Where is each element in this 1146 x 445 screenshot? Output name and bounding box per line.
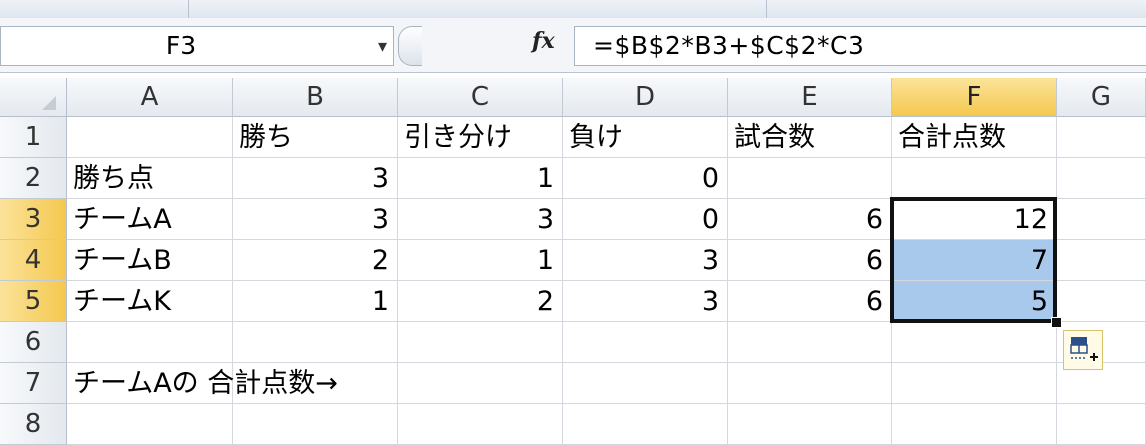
row-header-3[interactable]: 3 (0, 199, 67, 240)
formula-text: =$B$2*B3+$C$2*C3 (593, 31, 865, 60)
cell-e5[interactable]: 6 (728, 281, 892, 322)
cell-c3[interactable]: 3 (398, 199, 563, 240)
row-header-6[interactable]: 6 (0, 322, 67, 363)
cell-g4[interactable] (1057, 240, 1146, 281)
select-all-icon (42, 96, 56, 110)
row-header-8[interactable]: 8 (0, 404, 67, 445)
cell-f4[interactable]: 7 (892, 240, 1057, 281)
ribbon-strip (0, 0, 1146, 19)
row-header-4[interactable]: 4 (0, 240, 67, 281)
cell-d3[interactable]: 0 (563, 199, 728, 240)
cell-f8[interactable] (892, 404, 1057, 445)
cell-a8[interactable] (67, 404, 233, 445)
cell-f1[interactable]: 合計点数 (892, 117, 1057, 158)
formula-bar-resize-handle[interactable] (398, 26, 422, 66)
cell-g3[interactable] (1057, 199, 1146, 240)
cell-e2[interactable] (728, 158, 892, 199)
auto-fill-options-icon (1070, 337, 1098, 361)
column-header-b[interactable]: B (233, 78, 398, 117)
cell-b6[interactable] (233, 322, 398, 363)
row-header-2[interactable]: 2 (0, 158, 67, 199)
cell-e6[interactable] (728, 322, 892, 363)
auto-fill-options-button[interactable] (1063, 330, 1103, 370)
cell-c8[interactable] (398, 404, 563, 445)
cell-c4[interactable]: 1 (398, 240, 563, 281)
column-header-f[interactable]: F (892, 78, 1057, 117)
cell-b4[interactable]: 2 (233, 240, 398, 281)
column-header-e[interactable]: E (728, 78, 892, 117)
cell-a5[interactable]: チームK (67, 281, 233, 322)
chevron-down-icon[interactable]: ▾ (378, 36, 387, 57)
cell-c2[interactable]: 1 (398, 158, 563, 199)
cell-b8[interactable] (233, 404, 398, 445)
fill-handle[interactable] (1051, 317, 1062, 328)
cell-d5[interactable]: 3 (563, 281, 728, 322)
cell-d6[interactable] (563, 322, 728, 363)
column-header-a[interactable]: A (67, 78, 233, 117)
cell-a6[interactable] (67, 322, 233, 363)
name-box-value: F3 (165, 31, 197, 60)
row-header-7[interactable]: 7 (0, 363, 67, 404)
cell-d1[interactable]: 負け (563, 117, 728, 158)
cell-f6[interactable] (892, 322, 1057, 363)
row-header-1[interactable]: 1 (0, 117, 67, 158)
cell-e3[interactable]: 6 (728, 199, 892, 240)
cell-c1[interactable]: 引き分け (398, 117, 563, 158)
cell-a7[interactable]: チームAの 合計点数→ (67, 363, 338, 404)
cell-e8[interactable] (728, 404, 892, 445)
cell-b5[interactable]: 1 (233, 281, 398, 322)
column-header-g[interactable]: G (1057, 78, 1146, 117)
cell-g5[interactable] (1057, 281, 1146, 322)
cell-c5[interactable]: 2 (398, 281, 563, 322)
cell-f7[interactable] (892, 363, 1057, 404)
cell-b2[interactable]: 3 (233, 158, 398, 199)
cell-f3[interactable]: 12 (892, 199, 1057, 240)
cell-b3[interactable]: 3 (233, 199, 398, 240)
select-all-corner[interactable] (0, 78, 67, 117)
row-header-5[interactable]: 5 (0, 281, 67, 322)
cell-g1[interactable] (1057, 117, 1146, 158)
cell-a1[interactable] (67, 117, 233, 158)
cell-e7[interactable] (728, 363, 892, 404)
cell-a2[interactable]: 勝ち点 (67, 158, 233, 199)
cell-d4[interactable]: 3 (563, 240, 728, 281)
cell-c6[interactable] (398, 322, 563, 363)
cell-e4[interactable]: 6 (728, 240, 892, 281)
column-header-d[interactable]: D (563, 78, 728, 117)
name-box[interactable]: F3 ▾ (0, 26, 394, 66)
formula-input[interactable]: =$B$2*B3+$C$2*C3 (574, 26, 1146, 66)
cell-b1[interactable]: 勝ち (233, 117, 398, 158)
cell-e1[interactable]: 試合数 (728, 117, 892, 158)
insert-function-icon[interactable]: fx (532, 28, 555, 54)
cell-c7[interactable] (398, 363, 563, 404)
cell-a4[interactable]: チームB (67, 240, 233, 281)
cell-g8[interactable] (1057, 404, 1146, 445)
ribbon-separator (766, 0, 767, 18)
cell-d2[interactable]: 0 (563, 158, 728, 199)
cell-d7[interactable] (563, 363, 728, 404)
cell-f2[interactable] (892, 158, 1057, 199)
cell-g2[interactable] (1057, 158, 1146, 199)
cell-f5[interactable]: 5 (892, 281, 1057, 322)
cell-d8[interactable] (563, 404, 728, 445)
ribbon-separator (188, 0, 189, 18)
cell-a3[interactable]: チームA (67, 199, 233, 240)
formula-bar: F3 ▾ fx =$B$2*B3+$C$2*C3 (0, 18, 1146, 73)
column-header-c[interactable]: C (398, 78, 563, 117)
